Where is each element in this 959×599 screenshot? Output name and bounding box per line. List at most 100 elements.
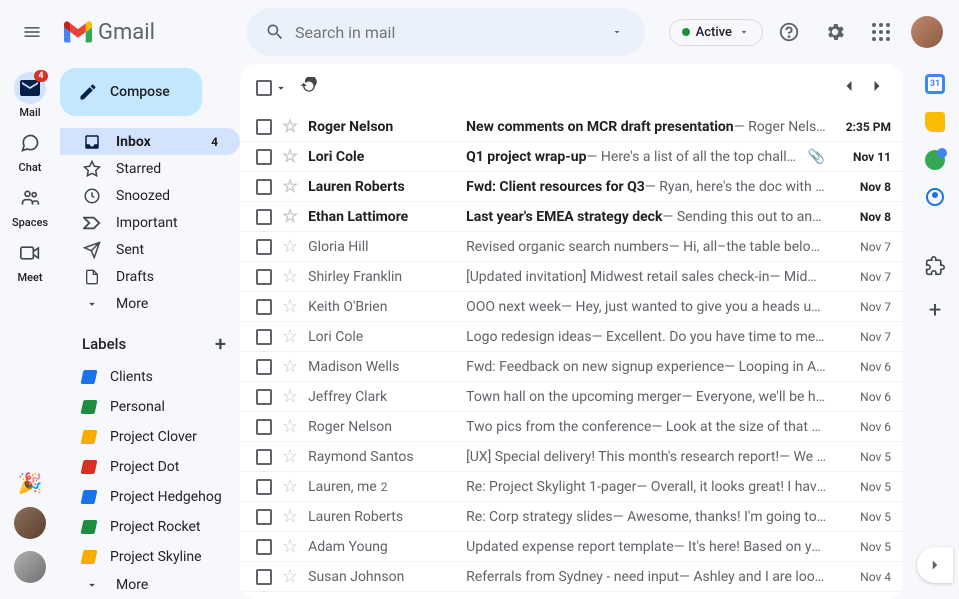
rail-mail[interactable]: 4 Mail — [2, 70, 58, 121]
prev-page-button[interactable] — [839, 76, 859, 100]
email-checkbox[interactable] — [256, 479, 272, 495]
email-row[interactable]: ☆Keith O'BrienOOO next week — Hey, just … — [240, 292, 903, 322]
label-color-icon — [81, 430, 98, 444]
email-checkbox[interactable] — [256, 569, 272, 585]
labels-more[interactable]: More — [60, 572, 240, 599]
star-button[interactable]: ☆ — [282, 358, 298, 376]
label-item[interactable]: Project Clover — [60, 422, 240, 452]
sidepanel-keep[interactable] — [925, 112, 945, 132]
add-label-button[interactable]: + — [215, 332, 226, 356]
email-row[interactable]: ☆Madison WellsFwd: Feedback on new signu… — [240, 352, 903, 382]
email-row[interactable]: ☆Roger NelsonTwo pics from the conferenc… — [240, 412, 903, 442]
select-all-checkbox[interactable] — [256, 80, 288, 96]
star-button[interactable]: ☆ — [282, 298, 298, 316]
label-text: Project Skyline — [110, 549, 202, 565]
next-page-button[interactable] — [867, 76, 887, 100]
email-sender: Jeffrey Clark — [308, 389, 456, 405]
sidepanel-tasks[interactable] — [925, 150, 945, 170]
main-menu-button[interactable] — [8, 8, 56, 56]
star-button[interactable]: ☆ — [282, 148, 298, 166]
star-button[interactable]: ☆ — [282, 418, 298, 436]
star-button[interactable]: ☆ — [282, 118, 298, 136]
rail-chat-avatar-1[interactable] — [14, 507, 46, 539]
email-date: Nov 6 — [837, 390, 891, 404]
email-checkbox[interactable] — [256, 269, 272, 285]
rail-meet[interactable]: Meet — [2, 235, 58, 286]
gmail-logo[interactable]: Gmail — [64, 18, 239, 46]
compose-button[interactable]: Compose — [60, 68, 202, 116]
star-button[interactable]: ☆ — [282, 478, 298, 496]
email-row[interactable]: ☆Shirley Franklin[Updated invitation] Mi… — [240, 262, 903, 292]
email-checkbox[interactable] — [256, 119, 272, 135]
account-avatar[interactable] — [911, 16, 943, 48]
star-button[interactable]: ☆ — [282, 568, 298, 586]
rail-chat[interactable]: Chat — [2, 125, 58, 176]
nav-snoozed[interactable]: Snoozed — [60, 182, 240, 209]
nav-important[interactable]: Important — [60, 209, 240, 236]
email-row[interactable]: ☆Jeffrey ClarkTown hall on the upcoming … — [240, 382, 903, 412]
settings-button[interactable] — [815, 12, 855, 52]
email-checkbox[interactable] — [256, 539, 272, 555]
nav-more[interactable]: More — [60, 291, 240, 318]
label-item[interactable]: Project Dot — [60, 452, 240, 482]
email-checkbox[interactable] — [256, 209, 272, 225]
email-checkbox[interactable] — [256, 149, 272, 165]
email-sender: Lauren Roberts — [308, 179, 456, 195]
email-row[interactable]: ☆Roger NelsonNew comments on MCR draft p… — [240, 112, 903, 142]
email-row[interactable]: ☆Ethan LattimoreLast year's EMEA strateg… — [240, 202, 903, 232]
search-bar[interactable] — [247, 8, 645, 56]
email-row[interactable]: ☆Keith O'BrienDirect feedback from anoth… — [240, 592, 903, 599]
email-checkbox[interactable] — [256, 509, 272, 525]
star-button[interactable]: ☆ — [282, 448, 298, 466]
star-button[interactable]: ☆ — [282, 388, 298, 406]
email-row[interactable]: ☆Lauren RobertsRe: Corp strategy slides … — [240, 502, 903, 532]
search-input[interactable] — [295, 23, 597, 42]
star-button[interactable]: ☆ — [282, 178, 298, 196]
star-button[interactable]: ☆ — [282, 328, 298, 346]
label-item[interactable]: Project Rocket — [60, 512, 240, 542]
sidepanel-calendar[interactable]: 31 — [925, 74, 945, 94]
star-button[interactable]: ☆ — [282, 508, 298, 526]
email-row[interactable]: ☆Lauren, me2Re: Project Skylight 1-pager… — [240, 472, 903, 502]
support-button[interactable] — [769, 12, 809, 52]
google-apps-button[interactable] — [861, 12, 901, 52]
email-row[interactable]: ☆Susan JohnsonReferrals from Sydney - ne… — [240, 562, 903, 592]
search-options-button[interactable] — [597, 26, 637, 38]
email-row[interactable]: ☆Lori ColeQ1 project wrap-up — Here's a … — [240, 142, 903, 172]
refresh-button[interactable] — [300, 77, 318, 99]
status-pill[interactable]: Active — [669, 19, 763, 46]
email-checkbox[interactable] — [256, 299, 272, 315]
email-row[interactable]: ☆Lori ColeLogo redesign ideas — Excellen… — [240, 322, 903, 352]
nav-inbox[interactable]: Inbox 4 — [60, 128, 240, 155]
sidepanel-addons[interactable] — [925, 256, 945, 280]
email-row[interactable]: ☆Gloria HillRevised organic search numbe… — [240, 232, 903, 262]
email-row[interactable]: ☆Raymond Santos[UX] Special delivery! Th… — [240, 442, 903, 472]
email-checkbox[interactable] — [256, 329, 272, 345]
email-checkbox[interactable] — [256, 389, 272, 405]
rail-spaces[interactable]: Spaces — [2, 180, 58, 231]
star-button[interactable]: ☆ — [282, 268, 298, 286]
email-row[interactable]: ☆Adam YoungUpdated expense report templa… — [240, 532, 903, 562]
email-checkbox[interactable] — [256, 419, 272, 435]
email-checkbox[interactable] — [256, 359, 272, 375]
search-icon[interactable] — [255, 22, 295, 42]
rail-sparkle-icon[interactable]: 🎉 — [18, 471, 43, 495]
email-checkbox[interactable] — [256, 239, 272, 255]
label-item[interactable]: Personal — [60, 392, 240, 422]
email-checkbox[interactable] — [256, 449, 272, 465]
nav-starred[interactable]: Starred — [60, 155, 240, 182]
sidepanel-get-addons[interactable]: + — [929, 298, 941, 323]
sidepanel-contacts[interactable] — [926, 188, 944, 206]
sidepanel-toggle[interactable] — [917, 547, 953, 583]
email-checkbox[interactable] — [256, 179, 272, 195]
label-item[interactable]: Project Hedgehog — [60, 482, 240, 512]
label-item[interactable]: Project Skyline — [60, 542, 240, 572]
star-button[interactable]: ☆ — [282, 208, 298, 226]
rail-chat-avatar-2[interactable] — [14, 551, 46, 583]
star-button[interactable]: ☆ — [282, 538, 298, 556]
label-item[interactable]: Clients — [60, 362, 240, 392]
nav-drafts[interactable]: Drafts — [60, 264, 240, 291]
nav-sent[interactable]: Sent — [60, 237, 240, 264]
star-button[interactable]: ☆ — [282, 238, 298, 256]
email-row[interactable]: ☆Lauren RobertsFwd: Client resources for… — [240, 172, 903, 202]
